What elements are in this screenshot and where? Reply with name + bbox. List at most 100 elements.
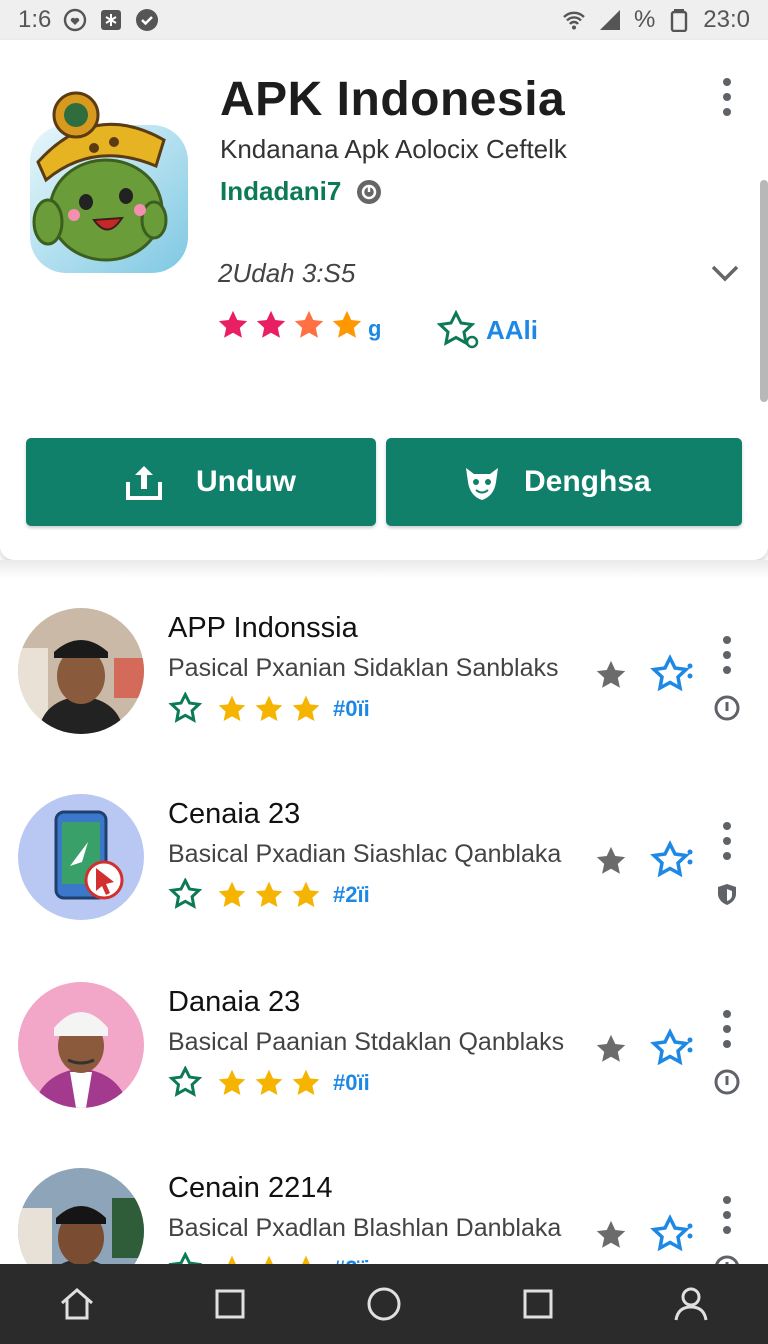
menu-dot-icon	[723, 1040, 731, 1049]
chevron-down-icon[interactable]	[708, 258, 742, 288]
list-item-title: APP Indonssia	[168, 612, 358, 644]
avatar	[18, 608, 144, 734]
battery-icon	[667, 8, 691, 32]
badge-star-icon	[436, 310, 479, 349]
favorite-star-icon[interactable]	[594, 658, 628, 692]
list-item-count: #0ïi	[333, 696, 370, 721]
list-item-count: #0ïi	[333, 1070, 370, 1095]
overflow-menu-button[interactable]	[712, 818, 742, 864]
list-item-title: Cenain 2214	[168, 1172, 333, 1204]
rating-star-icon	[294, 310, 324, 338]
rating-row: g	[216, 308, 381, 342]
status-time: 1:6	[18, 6, 52, 33]
list-item-rating: #0ïi	[168, 692, 370, 726]
rate-star-icon[interactable]	[650, 840, 694, 880]
star-icon	[292, 881, 320, 907]
download-button-label: Unduw	[196, 465, 296, 498]
menu-dot-icon	[723, 1226, 731, 1235]
menu-dot-icon	[723, 650, 731, 659]
center-home-button[interactable]	[362, 1282, 406, 1326]
list-item-description: Basical Paanian Stdaklan Qanblaks	[168, 1028, 565, 1056]
list-item-description: Pasical Pxanian Sidaklan Sanblaks	[168, 654, 559, 682]
rate-star-icon[interactable]	[650, 1214, 694, 1254]
menu-dot-icon	[723, 77, 731, 86]
secondary-button[interactable]: Denghsa	[386, 438, 742, 526]
list-item-description: Basical Pxadlan Blashlan Danblaka	[168, 1214, 562, 1242]
rate-star-icon[interactable]	[650, 654, 694, 694]
square-icon	[215, 1289, 245, 1319]
profile-button[interactable]	[669, 1282, 713, 1326]
menu-dot-icon	[723, 92, 731, 101]
list-item[interactable]: APP Indonssia Pasical Pxanian Sidaklan S…	[0, 608, 768, 793]
star-icon	[218, 1069, 246, 1095]
star-icon	[292, 1069, 320, 1095]
status-bar: 1:6 % 23:0	[0, 0, 768, 40]
navigation-bar	[0, 1264, 768, 1344]
menu-dot-icon	[723, 1024, 731, 1033]
list-item-rating: #0ïi	[168, 1066, 370, 1100]
overflow-menu-button[interactable]	[710, 74, 744, 120]
scrollbar-thumb[interactable]	[760, 180, 768, 402]
list-item-title: Danaia 23	[168, 986, 301, 1018]
avatar	[18, 794, 144, 920]
list-item[interactable]: Danaia 23 Basical Paanian Stdaklan Qanbl…	[0, 982, 768, 1167]
overview-button[interactable]	[516, 1282, 560, 1326]
star-icon	[218, 695, 246, 721]
circle-icon	[367, 1287, 401, 1321]
rating-star-icon	[218, 310, 248, 338]
favorite-star-icon[interactable]	[594, 844, 628, 878]
download-button[interactable]: Unduw	[26, 438, 376, 526]
update-info: 2Udah 3:S5	[218, 258, 356, 288]
app-subtitle: Kndanana Apk Aolocix Ceftelk	[220, 134, 567, 164]
star-icon	[255, 1069, 283, 1095]
list-item[interactable]: Cenaia 23 Basical Pxadian Siashlac Qanbl…	[0, 794, 768, 979]
person-icon	[674, 1287, 708, 1321]
badge-star-icon	[168, 1066, 203, 1097]
home-button[interactable]	[55, 1282, 99, 1326]
menu-dot-icon	[723, 821, 731, 830]
info-icon[interactable]	[713, 1068, 741, 1096]
heart-shield-icon	[63, 8, 87, 32]
rating-star-icon	[256, 310, 286, 338]
favorite-star-icon[interactable]	[594, 1032, 628, 1066]
badge-label: AAli	[486, 314, 538, 345]
star-icon	[255, 695, 283, 721]
check-circle-icon	[135, 8, 159, 32]
verified-icon	[357, 179, 382, 204]
menu-dot-icon	[723, 1195, 731, 1204]
shield-icon[interactable]	[713, 880, 741, 908]
mascot-face-icon	[466, 468, 498, 500]
star-icon	[292, 695, 320, 721]
upload-icon	[126, 466, 162, 500]
star-icon	[218, 881, 246, 907]
wifi-icon	[562, 8, 586, 32]
menu-dot-icon	[723, 108, 731, 117]
star-icon	[255, 881, 283, 907]
overflow-menu-button[interactable]	[712, 1192, 742, 1238]
overflow-menu-button[interactable]	[712, 632, 742, 678]
menu-dot-icon	[723, 1009, 731, 1018]
list-item-description: Basical Pxadian Siashlac Qanblaka	[168, 840, 562, 868]
favorite-star-icon[interactable]	[594, 1218, 628, 1252]
app-title: APK Indonesia	[220, 73, 566, 126]
square-icon	[523, 1289, 553, 1319]
app-header-card: APK Indonesia Kndanana Apk Aolocix Cefte…	[0, 40, 768, 560]
signal-icon	[598, 8, 622, 32]
badge-link[interactable]: AAli	[436, 310, 538, 350]
avatar	[18, 982, 144, 1108]
developer-link[interactable]: Indadani7	[220, 176, 341, 207]
app-mascot-icon	[24, 70, 194, 280]
badge-star-icon	[168, 878, 203, 909]
menu-dot-icon	[723, 836, 731, 845]
section-divider	[0, 560, 768, 578]
secondary-button-label: Denghsa	[524, 465, 651, 498]
developer-row: Indadani7	[220, 176, 383, 207]
rating-star-icon	[332, 310, 362, 338]
recents-button[interactable]	[208, 1282, 252, 1326]
list-item-rating: #2ïi	[168, 878, 370, 912]
rate-star-icon[interactable]	[650, 1028, 694, 1068]
menu-dot-icon	[723, 635, 731, 644]
asterisk-icon	[99, 8, 123, 32]
overflow-menu-button[interactable]	[712, 1006, 742, 1052]
info-icon[interactable]	[713, 694, 741, 722]
